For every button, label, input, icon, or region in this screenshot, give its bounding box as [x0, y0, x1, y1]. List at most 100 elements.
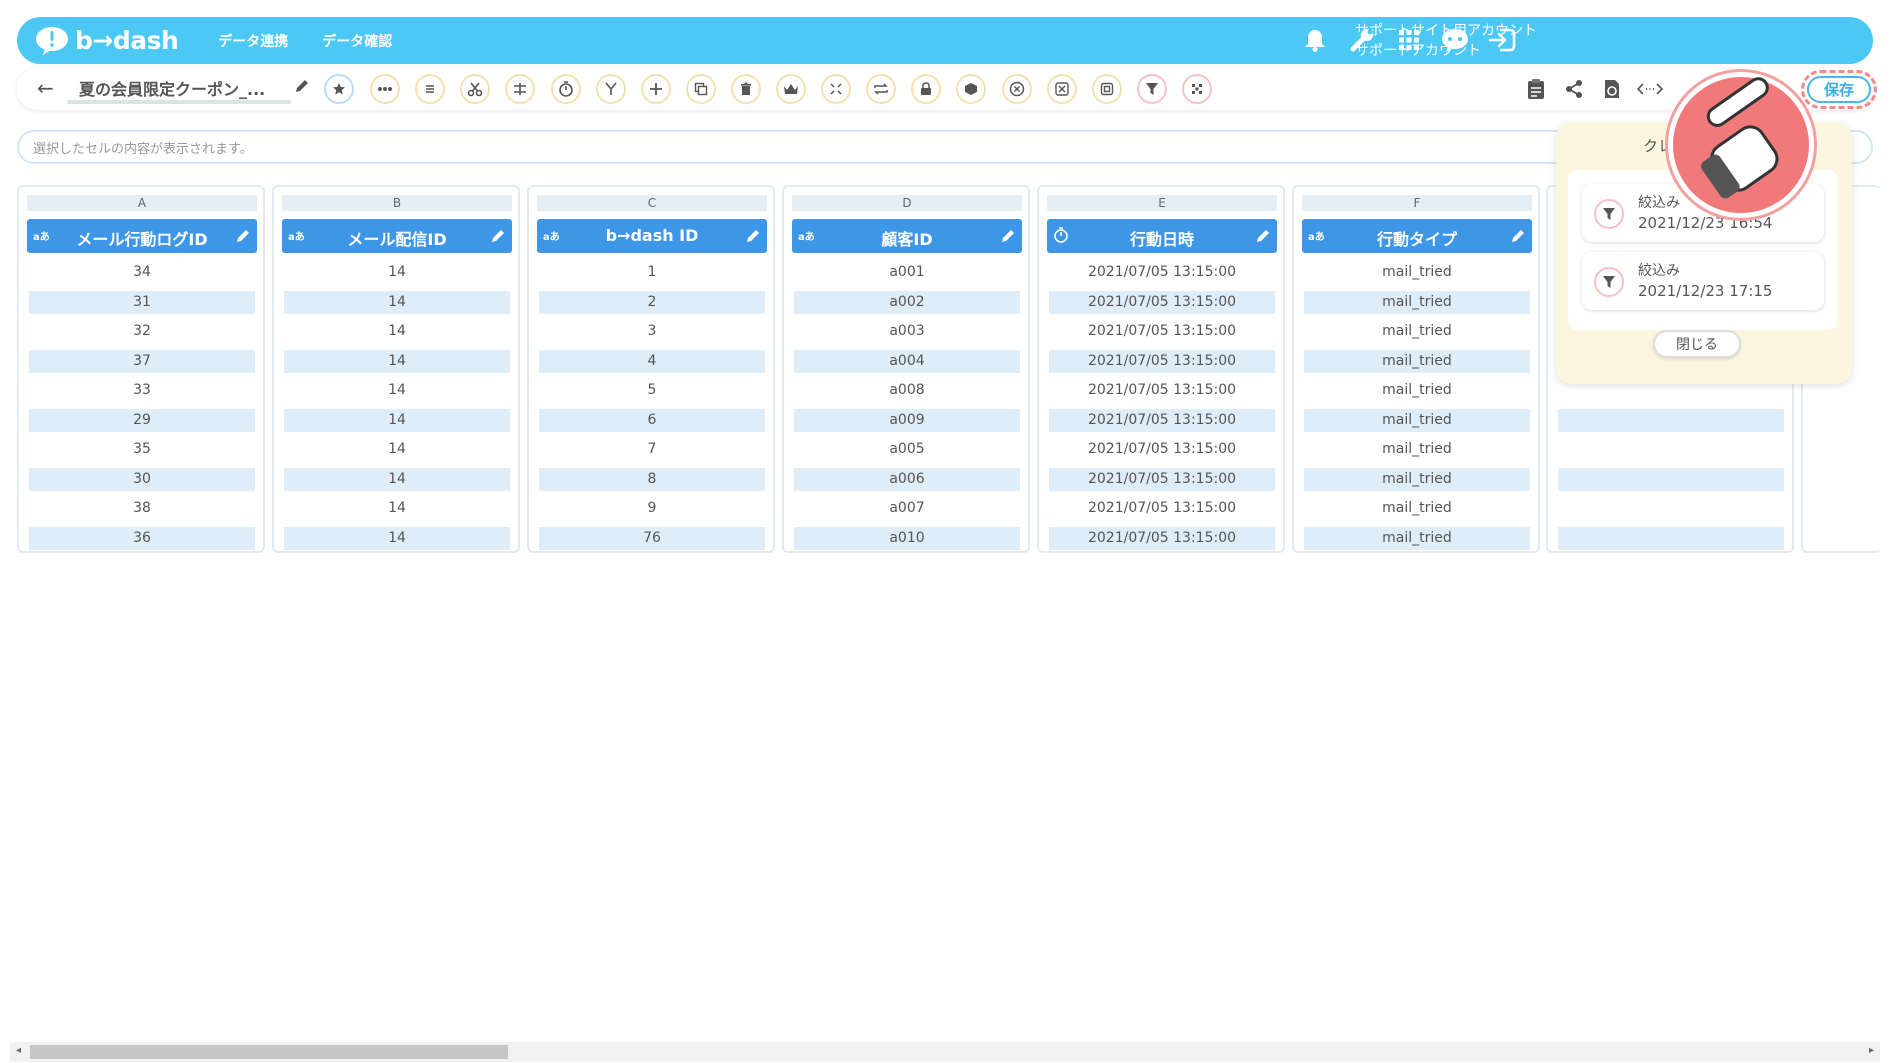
- scissors-icon[interactable]: [460, 74, 490, 104]
- table-cell[interactable]: mail_tried: [1304, 261, 1530, 284]
- table-cell[interactable]: 2021/07/05 13:15:00: [1049, 320, 1275, 343]
- column-header[interactable]: aあ 行動タイプ: [1302, 219, 1532, 253]
- table-cell[interactable]: mail_tried: [1304, 409, 1530, 432]
- list-icon[interactable]: [415, 74, 445, 104]
- crown-icon[interactable]: [776, 74, 806, 104]
- table-cell[interactable]: mail_tried: [1304, 320, 1530, 343]
- table-cell[interactable]: 7: [539, 438, 765, 461]
- table-cell[interactable]: [1558, 409, 1784, 432]
- filter-icon[interactable]: [1137, 74, 1167, 104]
- table-cell[interactable]: 2021/07/05 13:15:00: [1049, 468, 1275, 491]
- table-cell[interactable]: 14: [284, 468, 510, 491]
- table-cell[interactable]: 32: [29, 320, 255, 343]
- table-cell[interactable]: 8: [539, 468, 765, 491]
- save-button[interactable]: 保存: [1807, 76, 1871, 103]
- table-cell[interactable]: 38: [29, 497, 255, 520]
- table-cell[interactable]: 14: [284, 527, 510, 550]
- table-cell[interactable]: a010: [794, 527, 1020, 550]
- shuffle-icon[interactable]: [1047, 74, 1077, 104]
- column-edit-icon[interactable]: [1000, 228, 1016, 244]
- document-title[interactable]: 夏の会員限定クーポン_...: [79, 76, 265, 100]
- table-cell[interactable]: 37: [29, 350, 255, 373]
- table-cell[interactable]: 14: [284, 320, 510, 343]
- table-cell[interactable]: mail_tried: [1304, 438, 1530, 461]
- split-icon[interactable]: [505, 74, 535, 104]
- table-cell[interactable]: a004: [794, 350, 1020, 373]
- table-cell[interactable]: 1: [539, 261, 765, 284]
- table-cell[interactable]: a007: [794, 497, 1020, 520]
- column-letter[interactable]: D: [792, 195, 1022, 211]
- table-cell[interactable]: 33: [29, 379, 255, 402]
- table-cell[interactable]: 4: [539, 350, 765, 373]
- table-cell[interactable]: 2021/07/05 13:15:00: [1049, 379, 1275, 402]
- table-cell[interactable]: 2021/07/05 13:15:00: [1049, 438, 1275, 461]
- frame-icon[interactable]: [1092, 74, 1122, 104]
- more-icon[interactable]: [370, 74, 400, 104]
- repeat-icon[interactable]: [866, 74, 896, 104]
- table-cell[interactable]: mail_tried: [1304, 379, 1530, 402]
- horizontal-scrollbar[interactable]: ◂ ▸: [10, 1042, 1880, 1062]
- clipboard-icon[interactable]: [1522, 76, 1550, 102]
- column-letter[interactable]: C: [537, 195, 767, 211]
- merge-icon[interactable]: [596, 74, 626, 104]
- table-cell[interactable]: mail_tried: [1304, 468, 1530, 491]
- table-cell[interactable]: a005: [794, 438, 1020, 461]
- table-cell[interactable]: 14: [284, 379, 510, 402]
- table-cell[interactable]: mail_tried: [1304, 497, 1530, 520]
- logout-icon[interactable]: [1487, 25, 1517, 55]
- chatbot-icon[interactable]: [1440, 25, 1470, 55]
- scrollbar-thumb[interactable]: [30, 1045, 508, 1059]
- refresh-doc-icon[interactable]: [1598, 76, 1626, 102]
- table-cell[interactable]: 14: [284, 438, 510, 461]
- table-cell[interactable]: 36: [29, 527, 255, 550]
- table-cell[interactable]: mail_tried: [1304, 350, 1530, 373]
- table-cell[interactable]: mail_tried: [1304, 291, 1530, 314]
- code-icon[interactable]: [1636, 76, 1664, 102]
- timer-icon[interactable]: [551, 74, 581, 104]
- column-edit-icon[interactable]: [490, 228, 506, 244]
- table-cell[interactable]: 14: [284, 409, 510, 432]
- table-cell[interactable]: 2021/07/05 13:15:00: [1049, 409, 1275, 432]
- table-cell[interactable]: 14: [284, 497, 510, 520]
- column-header[interactable]: aあ メール配信ID: [282, 219, 512, 253]
- table-cell[interactable]: [1558, 468, 1784, 491]
- column-header[interactable]: aあ メール行動ログID: [27, 219, 257, 253]
- column-edit-icon[interactable]: [745, 228, 761, 244]
- history-item[interactable]: 絞込み 2021/12/23 17:15: [1582, 252, 1824, 310]
- column-edit-icon[interactable]: [235, 228, 251, 244]
- table-cell[interactable]: 14: [284, 291, 510, 314]
- wrench-icon[interactable]: [1347, 25, 1377, 55]
- cancel-icon[interactable]: [1002, 74, 1032, 104]
- table-cell[interactable]: a001: [794, 261, 1020, 284]
- table-cell[interactable]: a002: [794, 291, 1020, 314]
- box-icon[interactable]: [956, 74, 986, 104]
- scroll-right-icon[interactable]: ▸: [1869, 1045, 1874, 1056]
- table-cell[interactable]: 2021/07/05 13:15:00: [1049, 497, 1275, 520]
- column-letter[interactable]: F: [1302, 195, 1532, 211]
- table-cell[interactable]: a009: [794, 409, 1020, 432]
- table-cell[interactable]: 34: [29, 261, 255, 284]
- table-cell[interactable]: 6: [539, 409, 765, 432]
- table-cell[interactable]: [1558, 527, 1784, 550]
- column-header[interactable]: 行動日時: [1047, 219, 1277, 253]
- table-cell[interactable]: 2021/07/05 13:15:00: [1049, 350, 1275, 373]
- table-cell[interactable]: 31: [29, 291, 255, 314]
- table-cell[interactable]: 2021/07/05 13:15:00: [1049, 527, 1275, 550]
- grid-apps-icon[interactable]: [1394, 25, 1424, 55]
- column-letter[interactable]: A: [27, 195, 257, 211]
- star-icon[interactable]: [324, 74, 354, 104]
- bell-icon[interactable]: [1300, 25, 1330, 55]
- bdash-logo[interactable]: b→dash: [35, 26, 179, 56]
- table-cell[interactable]: mail_tried: [1304, 527, 1530, 550]
- shrink-icon[interactable]: [821, 74, 851, 104]
- table-cell[interactable]: 3: [539, 320, 765, 343]
- table-cell[interactable]: a006: [794, 468, 1020, 491]
- nav-data-check[interactable]: データ確認: [322, 31, 392, 51]
- table-cell[interactable]: a008: [794, 379, 1020, 402]
- lock-icon[interactable]: [911, 74, 941, 104]
- table-cell[interactable]: 2: [539, 291, 765, 314]
- table-cell[interactable]: 76: [539, 527, 765, 550]
- table-cell[interactable]: 29: [29, 409, 255, 432]
- table-cell[interactable]: a003: [794, 320, 1020, 343]
- table-cell[interactable]: 35: [29, 438, 255, 461]
